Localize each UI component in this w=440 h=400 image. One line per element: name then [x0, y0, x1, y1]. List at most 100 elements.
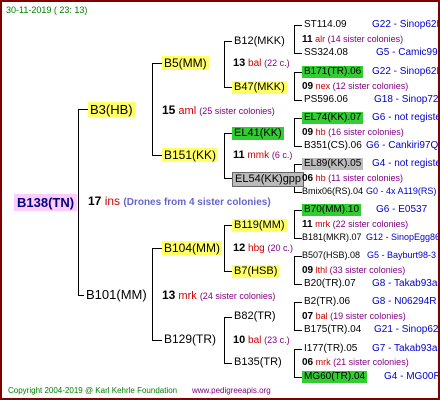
connector: [152, 63, 162, 64]
b135-info: 06 mrk (21 sister colonies): [302, 357, 409, 368]
connector: [152, 248, 162, 249]
connector: [294, 25, 295, 53]
leaf-ref: G8 - Takab93aR: [372, 278, 440, 289]
connector: [152, 248, 153, 340]
leaf-ref: G6 - E0537: [376, 204, 428, 215]
b101-info: 13 mrk (24 sister colonies): [162, 288, 276, 302]
connector: [294, 330, 302, 331]
leaf-name[interactable]: SS324.08: [304, 48, 348, 58]
queen-b5[interactable]: B5(MM): [162, 56, 209, 70]
root-queen[interactable]: B138(TN): [14, 194, 78, 211]
el54-info: 06 hb (11 sister colonies): [302, 173, 404, 184]
queen-b3[interactable]: B3(HB): [88, 102, 135, 117]
pedigree-frame: 30-11-2019 ( 23: 13) B138(TN) 17 ins (Dr…: [0, 0, 440, 400]
connector: [152, 340, 162, 341]
leaf-ref: G7 - Takab93aR: [372, 343, 440, 354]
connector: [78, 295, 84, 296]
connector: [224, 133, 232, 134]
connector: [294, 164, 302, 165]
connector: [294, 146, 302, 147]
connector: [224, 41, 232, 42]
queen-b7[interactable]: B7(HSB): [232, 265, 280, 278]
leaf-name[interactable]: I177(TR).05: [304, 344, 357, 354]
leaf-name[interactable]: B2(TR).06: [304, 297, 350, 307]
leaf-ref: G22 - Sinop62R: [372, 66, 440, 77]
connector: [224, 178, 232, 179]
leaf-ref: G4 - MG00R: [384, 371, 440, 382]
connector: [152, 63, 153, 155]
el41-info: 09 hb (16 sister colonies): [302, 127, 404, 138]
connector: [294, 210, 295, 238]
leaf-ref: G18 - Sinop72R: [374, 94, 440, 105]
connector: [224, 133, 225, 178]
b7-info: 09 lthl (33 sister colonies): [302, 265, 406, 276]
leaf-name[interactable]: B175(TR).04: [304, 325, 361, 335]
b82-info: 07 bal (19 sister colonies): [302, 311, 406, 322]
leaf-name[interactable]: B20(TR).07: [304, 279, 356, 289]
connector: [294, 118, 302, 119]
leaf-name[interactable]: Bmix06(RS).04: [302, 187, 363, 196]
connector: [294, 118, 295, 146]
connector: [294, 192, 302, 193]
queen-b129[interactable]: B129(TR): [164, 333, 216, 345]
connector: [78, 109, 88, 110]
queen-b82[interactable]: B82(TR): [234, 311, 276, 322]
date-stamp: 30-11-2019 ( 23: 13): [6, 5, 88, 15]
b129-info: 10 bal (23 c.): [233, 334, 290, 346]
b47-info: 09 nex (12 sister colonies): [302, 81, 409, 92]
leaf-ref: G6 - not registe: [372, 112, 440, 123]
connector: [224, 41, 225, 87]
connector: [294, 349, 295, 377]
root-info: 17 ins (Drones from 4 sister colonies): [88, 194, 271, 208]
queen-b101[interactable]: B101(MM): [86, 288, 147, 301]
connector: [294, 284, 302, 285]
connector: [294, 256, 295, 284]
connector: [224, 317, 232, 318]
leaf-name[interactable]: B351(CS).06: [304, 141, 362, 151]
leaf-name[interactable]: B171(TR).06: [302, 66, 364, 78]
leaf-ref: G6 - Cankiri97Q: [366, 140, 439, 151]
b12-info: 11 alr (14 sister colonies): [302, 34, 404, 45]
connector: [294, 210, 302, 211]
leaf-name[interactable]: B507(HSB).08: [302, 251, 360, 260]
queen-b104[interactable]: B104(MM): [162, 241, 223, 255]
connector: [224, 87, 232, 88]
queen-b47[interactable]: B47(MKK): [232, 81, 287, 94]
queen-el54[interactable]: EL54(KK)gpp: [232, 172, 305, 187]
b5-info: 13 bal (22 c.): [233, 57, 290, 69]
leaf-name[interactable]: PS596.06: [304, 95, 348, 105]
leaf-ref: G5 - Bayburt98-3: [367, 250, 437, 260]
site-link[interactable]: www.pedigreeapis.org: [192, 387, 271, 395]
connector: [224, 271, 232, 272]
leaf-name[interactable]: B181(MKR).07: [302, 233, 362, 242]
leaf-ref: G12 - SinopEgg86R: [366, 232, 440, 242]
leaf-ref: G4 - not registe: [372, 158, 440, 169]
leaf-ref: G21 - Sinop62R: [374, 324, 440, 335]
copyright-text: Copyright 2004-2019 @ Karl Kehrle Founda…: [8, 386, 178, 395]
leaf-ref: G22 - Sinop62R: [372, 19, 440, 30]
b3-info: 15 aml (25 sister colonies): [162, 103, 275, 117]
connector: [294, 53, 302, 54]
connector: [224, 225, 225, 271]
queen-b119[interactable]: B119(MM): [232, 219, 287, 232]
connector: [294, 302, 302, 303]
leaf-name[interactable]: B70(MM).10: [302, 204, 362, 216]
queen-b151[interactable]: B151(KK): [162, 148, 219, 162]
leaf-name[interactable]: ST114.09: [304, 20, 347, 30]
leaf-name[interactable]: MG60(TR).04: [302, 371, 368, 383]
queen-b135[interactable]: B135(TR): [234, 357, 282, 368]
connector: [294, 100, 302, 101]
connector: [294, 72, 295, 100]
leaf-ref: G8 - N06294R: [372, 296, 437, 307]
leaf-name[interactable]: EL89(KK).05: [302, 158, 364, 170]
queen-b12[interactable]: B12(MKK): [234, 36, 285, 47]
connector: [294, 256, 302, 257]
connector: [224, 363, 232, 364]
connector: [294, 302, 295, 330]
connector: [152, 155, 162, 156]
b151-info: 11 mmk (6 c.): [233, 149, 293, 161]
connector: [294, 238, 302, 239]
b119-info: 11 mrk (22 sister colonies): [302, 219, 409, 230]
leaf-name[interactable]: EL74(KK).07: [302, 112, 364, 124]
queen-el41[interactable]: EL41(KK): [232, 127, 284, 140]
